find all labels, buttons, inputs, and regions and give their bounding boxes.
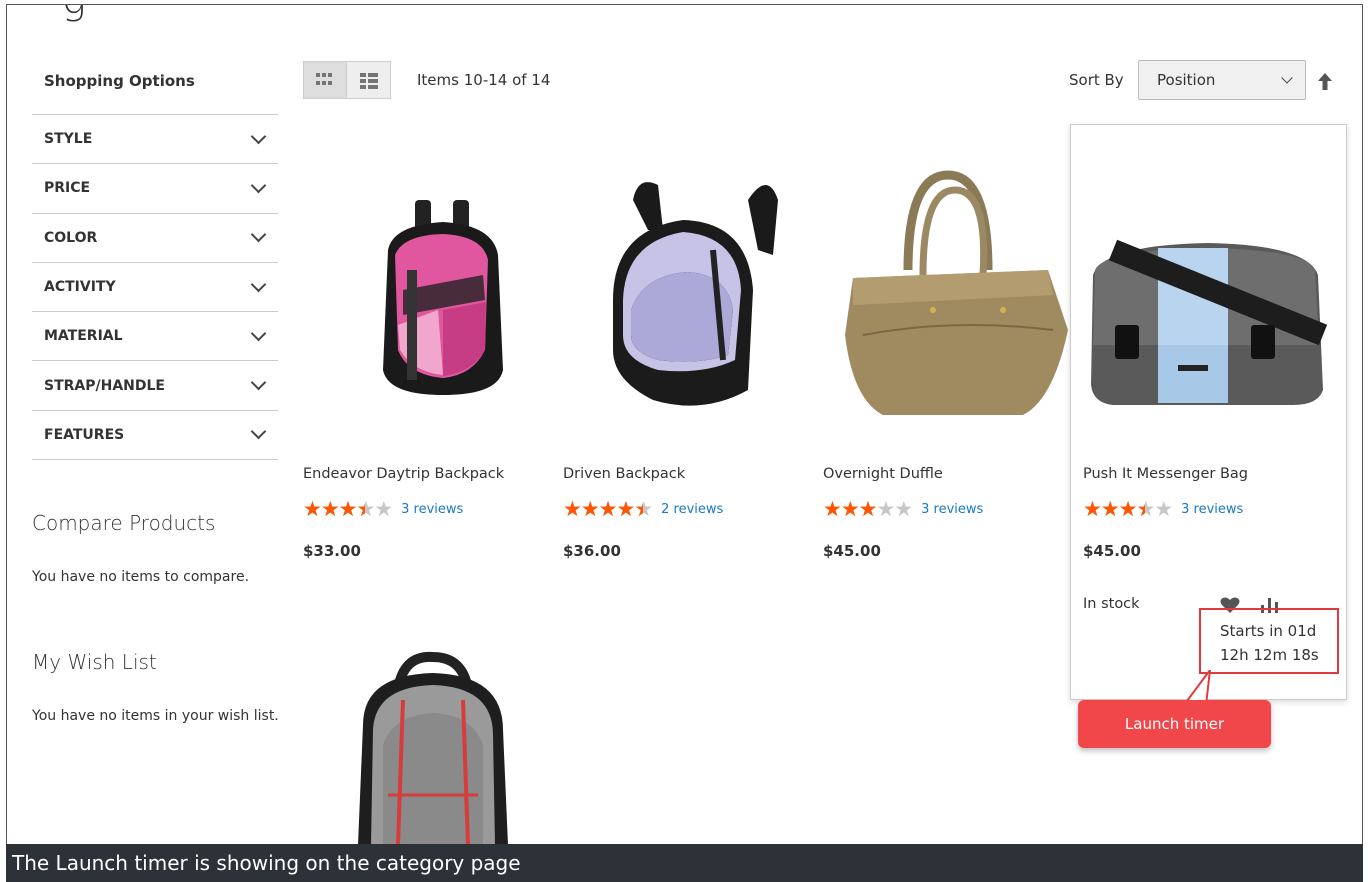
product-name[interactable]: Endeavor Daytrip Backpack [303,466,504,482]
filter-label: ACTIVITY [44,279,116,296]
product-price: $45.00 [823,542,881,560]
star-icon: ★★ [616,497,635,521]
filter-strap-handle[interactable]: STRAP/HANDLE [32,361,278,411]
star-icon: ★★ [563,497,582,521]
timer-line-1: Starts in 01d [1220,622,1317,640]
filter-style[interactable]: STYLE [32,115,278,165]
filter-label: STYLE [44,131,93,148]
product-name[interactable]: Push It Messenger Bag [1083,466,1248,482]
star-icon: ★★ [338,497,358,521]
product-name[interactable]: Driven Backpack [563,466,685,482]
page-title: g [62,5,86,23]
reviews-link[interactable]: 3 reviews [1181,502,1243,517]
toolbar-amount: Items 10-14 of 14 [417,71,551,89]
sort-select-value: Position [1157,71,1216,89]
compare-empty-text: You have no items to compare. [32,569,250,585]
star-icon: ★★ [894,497,913,521]
star-icon: ★★ [634,497,653,521]
product-name[interactable]: Overnight Duffle [823,466,943,482]
stock-status: In stock [1083,596,1140,612]
launch-timer: Starts in 01d 12h 12m 18s [1220,619,1319,667]
product-price: $33.00 [303,542,361,560]
reviews-link[interactable]: 2 reviews [661,502,723,517]
star-icon: ★★ [876,497,895,521]
page-frame: g Shopping Options STYLE PRICE COLOR ACT… [6,4,1363,844]
product-image[interactable] [563,160,813,460]
product-image[interactable] [1083,175,1333,475]
sort-select[interactable]: Position [1138,60,1306,100]
arrow-up-icon[interactable] [1318,73,1332,90]
view-mode-switcher [303,61,391,99]
filter-label: FEATURES [44,426,125,443]
chevron-down-icon [1281,72,1293,84]
star-icon: ★★ [823,497,842,521]
grid-view-button[interactable] [303,61,347,99]
star-icon: ★★ [374,497,393,521]
product-rating: ★★★★★★★★★★3 reviews [1083,499,1243,520]
star-icon: ★★ [1118,497,1138,521]
chevron-down-icon [250,325,267,342]
product-rating: ★★★★★★★★★★2 reviews [563,499,723,520]
chevron-down-icon [250,424,267,440]
chevron-down-icon [250,177,267,194]
product-rating: ★★★★★★★★★★3 reviews [823,499,983,520]
caption-bar: The Launch timer is showing on the categ… [6,844,1363,882]
star-icon: ★★ [858,497,878,521]
filter-material[interactable]: MATERIAL [32,312,278,362]
shopping-options-heading: Shopping Options [44,72,195,90]
list-icon [359,73,378,89]
filter-list: STYLE PRICE COLOR ACTIVITY MATERIAL STRA… [32,114,278,461]
filter-color[interactable]: COLOR [32,214,278,263]
chevron-down-icon [250,374,267,391]
chevron-down-icon [250,276,267,292]
filter-label: COLOR [44,229,98,246]
wishlist-empty-text: You have no items in your wish list. [32,708,279,724]
chevron-down-icon [250,128,267,144]
star-icon: ★★ [1100,497,1120,521]
chevron-down-icon [250,226,267,243]
filter-label: STRAP/HANDLE [44,377,165,394]
launch-timer-callout: Launch timer [1078,700,1271,748]
star-icon: ★★ [320,497,340,521]
product-rating: ★★★★★★★★★★3 reviews [303,499,463,520]
star-icon: ★★ [1154,497,1173,521]
sort-by-label: Sort By [1069,71,1124,89]
star-icon: ★★ [840,497,860,521]
star-icon: ★★ [1083,497,1102,521]
product-price: $36.00 [563,542,621,560]
grid-icon [316,73,334,87]
wishlist-title: My Wish List [32,650,157,674]
filter-activity[interactable]: ACTIVITY [32,263,278,313]
product-image[interactable] [303,160,553,460]
filter-price[interactable]: PRICE [32,164,278,214]
star-icon: ★★ [303,497,322,521]
product-image[interactable] [303,645,553,844]
product-price: $45.00 [1083,542,1141,560]
timer-line-2: 12h 12m 18s [1220,646,1319,664]
star-icon: ★★ [580,497,600,521]
product-image[interactable] [823,160,1073,460]
reviews-link[interactable]: 3 reviews [921,502,983,517]
filter-label: MATERIAL [44,328,123,345]
star-icon: ★★ [356,497,375,521]
reviews-link[interactable]: 3 reviews [401,502,463,517]
compare-products-title: Compare Products [32,511,216,535]
star-icon: ★★ [598,497,618,521]
filter-label: PRICE [44,180,91,197]
list-view-button[interactable] [347,61,391,99]
star-icon: ★★ [1136,497,1155,521]
filter-features[interactable]: FEATURES [32,411,278,461]
